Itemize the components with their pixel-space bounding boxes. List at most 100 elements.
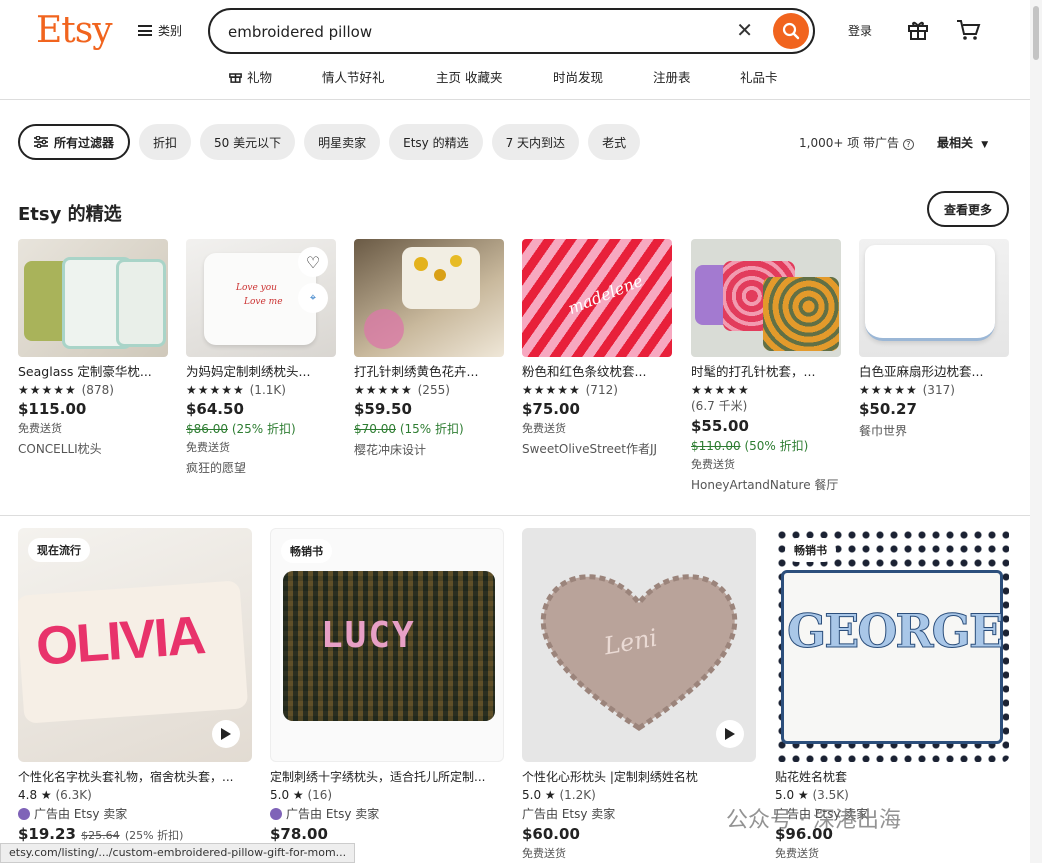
all-filters-button[interactable]: 所有过滤器 [18,124,131,160]
product-title[interactable]: 个性化名字枕头套礼物，宿舍枕头套，... [18,768,252,785]
see-more-button[interactable]: 查看更多 [927,191,1009,227]
help-icon[interactable]: ? [902,139,914,150]
product-title[interactable]: Seaglass 定制豪华枕... [18,361,168,380]
nav-item-gift-cards[interactable]: 礼品卡 [740,67,778,86]
nav-item-registry[interactable]: 注册表 [653,67,740,86]
search-button[interactable] [773,13,809,49]
shop-name[interactable]: HoneyArtandNature 餐厅 [691,476,841,493]
price: $19.23 [18,825,76,843]
nav-item-home-favorites[interactable]: 主页 收藏夹 [436,67,553,86]
scrollbar-thumb[interactable] [1033,6,1039,60]
gift-icon[interactable] [906,18,930,46]
shop-name[interactable]: 樱花冲床设计 [354,441,504,458]
filter-bar: 所有过滤器 折扣 50 美元以下 明星卖家 Etsy 的精选 7 天内到达 老式 [18,124,641,160]
product-title[interactable]: 定制刺绣十字绣枕头，适合托儿所定制... [270,768,504,785]
sort-dropdown[interactable]: 最相关 ▼ [937,134,988,151]
product-image[interactable]: GEORGE 畅销书 [775,528,1009,762]
original-price: $25.64 [81,829,120,842]
filter-chip[interactable]: 折扣 [139,124,192,160]
rating-stars: ★★★★★ [522,383,581,397]
product-image[interactable]: LUCY 畅销书 [270,528,504,762]
rating: ★★★★★ (712) [522,383,672,397]
clear-search-icon[interactable]: ✕ [736,18,753,42]
star-seller-icon [18,807,30,820]
search-input[interactable] [228,20,708,44]
filter-chip[interactable]: 50 美元以下 [200,124,296,160]
pick-card[interactable]: madelene 粉色和红色条纹枕套... ★★★★★ (712) $75.00… [522,239,672,457]
nav-item-valentines[interactable]: 情人节好礼 [322,67,436,86]
review-count: (317) [922,383,955,397]
product-image[interactable]: madelene [522,239,672,357]
pick-card[interactable]: Love you Love me ♡ ⌖ 为妈妈定制刺绣枕头... ★★★★★ … [186,239,336,476]
review-count: (1.1K) [249,383,286,397]
price: $50.27 [859,400,917,418]
star-seller-icon [270,807,282,820]
product-title[interactable]: 时髦的打孔针枕套，... [691,361,841,380]
embroidered-name: OLIVIA [34,605,206,677]
search-bar: ✕ [208,8,815,54]
nav-item-label: 礼物 [247,70,273,85]
pick-card[interactable]: 时髦的打孔针枕套，... ★★★★★ (6.7 千米) $55.00 $110.0… [691,239,841,493]
scrollbar[interactable] [1030,0,1042,863]
pick-card[interactable]: 打孔针刺绣黄色花卉... ★★★★★ (255) $59.50 $70.00 (… [354,239,504,458]
ad-label: 广告由 Etsy 卖家 [286,807,380,821]
shipping-note: 免费送货 [691,458,735,471]
cart-icon[interactable] [955,18,981,46]
shop-name[interactable]: CONCELLI枕头 [18,440,168,457]
visual-search-icon[interactable]: ⌖ [298,283,328,313]
product-title[interactable]: 贴花姓名枕套 [775,768,1009,785]
product-image[interactable] [354,239,504,357]
shipping-note: 免费送货 [775,847,819,860]
price: $55.00 [691,417,749,435]
product-image[interactable]: OLIVIA 现在流行 [18,528,252,762]
shipping-note: 免费送货 [522,847,566,860]
rating-value: 5.0 ★ [775,788,809,802]
product-title[interactable]: 打孔针刺绣黄色花卉... [354,361,504,380]
product-image[interactable] [18,239,168,357]
product-title[interactable]: 白色亚麻扇形边枕套... [859,361,1009,380]
shop-name[interactable]: 餐巾世界 [859,422,1009,439]
categories-button[interactable]: 类别 [138,22,182,39]
product-title[interactable]: 为妈妈定制刺绣枕头... [186,361,336,380]
play-icon[interactable] [716,720,744,748]
rating: ★★★★★ (1.1K) [186,383,336,397]
rating-value: 4.8 ★ [18,788,52,802]
product-image[interactable]: Love you Love me ♡ ⌖ [186,239,336,357]
rating: 4.8 ★ (6.3K) [18,788,252,802]
review-count: (6.7 千米) [691,399,748,413]
review-count: (6.3K) [55,788,92,802]
price-line: $19.23 $25.64 (25% 折扣) [18,825,252,843]
price: $64.50 [186,400,244,418]
listing-card[interactable]: OLIVIA 现在流行 个性化名字枕头套礼物，宿舍枕头套，... 4.8 ★ (… [18,528,252,843]
shop-name[interactable]: 疯狂的愿望 [186,459,336,476]
review-count: (712) [585,383,618,397]
listing-card[interactable]: Leni 个性化心形枕头 |定制刺绣姓名枕 5.0 ★ (1.2K) 广告由 E… [522,528,756,861]
filter-chip[interactable]: 7 天内到达 [491,124,580,160]
pick-card[interactable]: 白色亚麻扇形边枕套... ★★★★★ (317) $50.27 餐巾世界 [859,239,1009,439]
bestseller-badge: 畅销书 [785,538,836,562]
product-title[interactable]: 粉色和红色条纹枕套... [522,361,672,380]
pick-card[interactable]: Seaglass 定制豪华枕... ★★★★★ (878) $115.00 免费… [18,239,168,457]
login-link[interactable]: 登录 [848,22,872,39]
filter-chip[interactable]: 明星卖家 [304,124,381,160]
filter-chip[interactable]: 老式 [588,124,641,160]
nav-item-gifts[interactable]: 礼物 [228,67,322,86]
rating-stars: ★★★★★ [859,383,918,397]
nav-item-fashion[interactable]: 时尚发现 [553,67,653,86]
product-image[interactable] [859,239,1009,357]
etsy-logo[interactable]: Etsy [36,10,113,51]
section-divider [0,515,1030,516]
original-price: $110.00 (50% 折扣) [691,437,841,454]
price: $59.50 [354,400,412,418]
product-image[interactable]: Leni [522,528,756,762]
ad-note: 广告由 Etsy 卖家 [522,805,756,822]
caret-down-icon: ▼ [981,140,989,150]
filter-chip[interactable]: Etsy 的精选 [389,124,483,160]
listing-card[interactable]: LUCY 畅销书 定制刺绣十字绣枕头，适合托儿所定制... 5.0 ★ (16)… [270,528,504,843]
play-icon[interactable] [212,720,240,748]
product-title[interactable]: 个性化心形枕头 |定制刺绣姓名枕 [522,768,756,785]
heart-icon[interactable]: ♡ [298,247,328,277]
product-image[interactable] [691,239,841,357]
discount: (25% 折扣) [231,422,296,436]
shop-name[interactable]: SweetOliveStreet作者JJ [522,440,672,457]
